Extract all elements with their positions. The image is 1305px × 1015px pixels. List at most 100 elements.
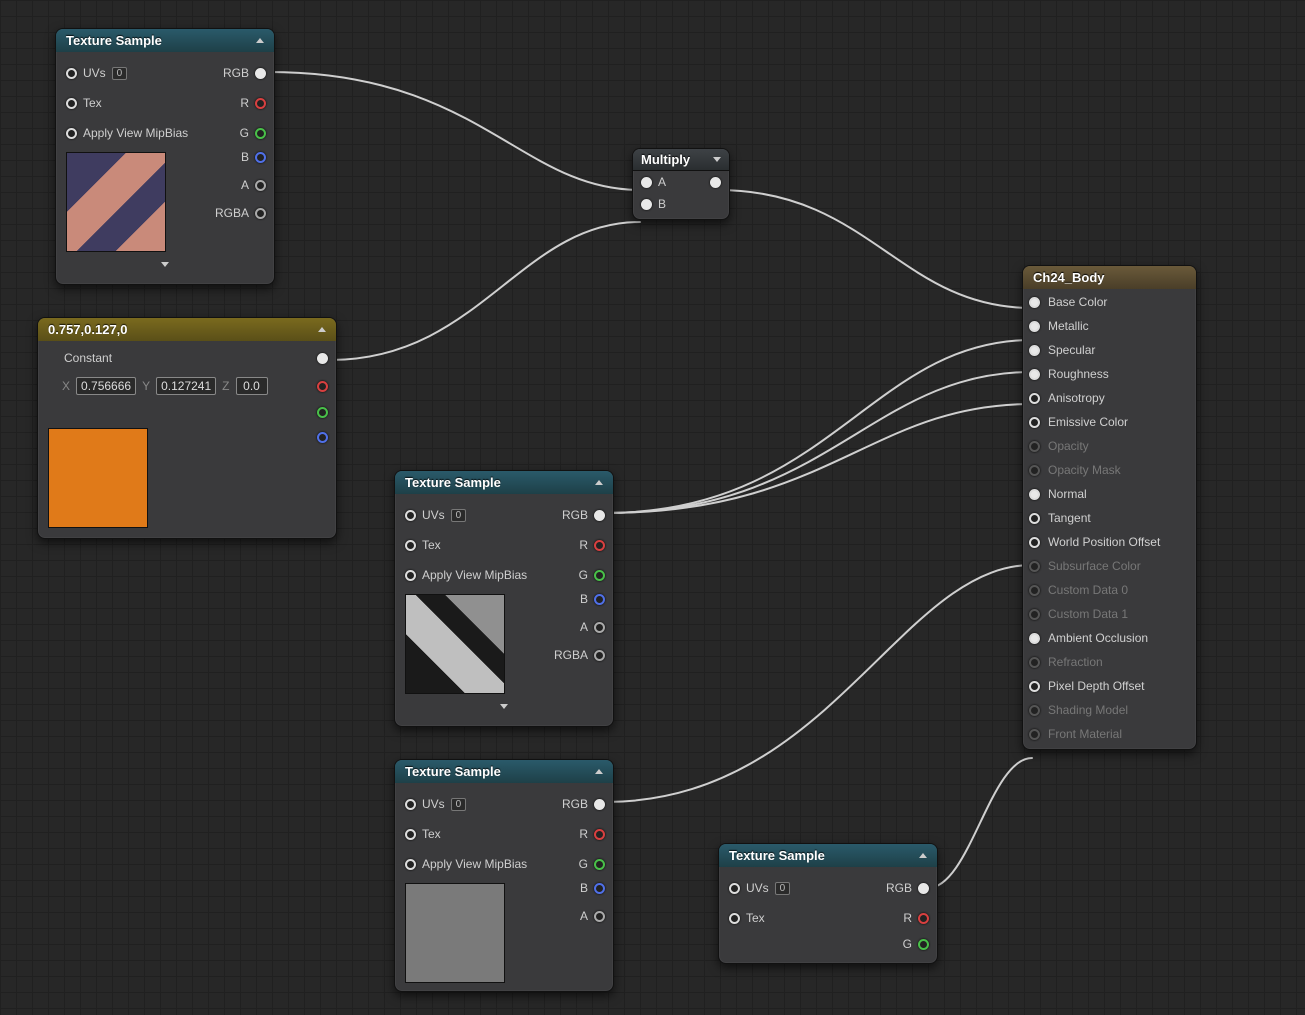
tex-input-pin[interactable] xyxy=(405,540,416,551)
texture-sample-node-4[interactable]: Texture Sample UVs0 RGB Tex R G xyxy=(718,843,938,964)
r-output-pin[interactable] xyxy=(255,98,266,109)
r-output-pin[interactable] xyxy=(594,829,605,840)
material-input-anisotropy[interactable]: Anisotropy xyxy=(1029,391,1186,405)
rgb-output-pin[interactable] xyxy=(317,353,328,364)
node-header[interactable]: Texture Sample xyxy=(395,471,613,494)
x-value-input[interactable]: 0.756666 xyxy=(76,377,136,395)
pin-label: Apply View MipBias xyxy=(422,568,527,582)
texture-sample-node-2[interactable]: Texture Sample UVs0 RGB Tex R Apply View… xyxy=(394,470,614,727)
pin-label: Refraction xyxy=(1048,655,1103,669)
material-input-world-position-offset[interactable]: World Position Offset xyxy=(1029,535,1186,549)
pin-label: UVs xyxy=(422,508,445,522)
expand-icon[interactable] xyxy=(161,262,169,267)
a-output-pin[interactable] xyxy=(255,180,266,191)
node-header[interactable]: Texture Sample xyxy=(56,29,274,52)
expand-icon[interactable] xyxy=(500,704,508,709)
g-output-pin[interactable] xyxy=(594,570,605,581)
material-input-metallic[interactable]: Metallic xyxy=(1029,319,1186,333)
mip-input-pin[interactable] xyxy=(405,570,416,581)
node-header[interactable]: Texture Sample xyxy=(395,760,613,783)
b-output-pin[interactable] xyxy=(317,432,328,443)
a-output-pin[interactable] xyxy=(594,622,605,633)
g-output-pin[interactable] xyxy=(594,859,605,870)
mip-input-pin[interactable] xyxy=(66,128,77,139)
output-pin[interactable] xyxy=(710,177,721,188)
material-input-roughness[interactable]: Roughness xyxy=(1029,367,1186,381)
input-pin[interactable] xyxy=(1029,369,1040,380)
multiply-node[interactable]: Multiply A B xyxy=(632,148,730,220)
pin-label: R xyxy=(579,538,588,552)
input-pin[interactable] xyxy=(1029,417,1040,428)
tex-input-pin[interactable] xyxy=(66,98,77,109)
mip-input-pin[interactable] xyxy=(405,859,416,870)
material-input-custom-data-0: Custom Data 0 xyxy=(1029,583,1186,597)
input-pin[interactable] xyxy=(1029,321,1040,332)
material-input-base-color[interactable]: Base Color xyxy=(1029,295,1186,309)
material-input-pixel-depth-offset[interactable]: Pixel Depth Offset xyxy=(1029,679,1186,693)
node-header[interactable]: Multiply xyxy=(633,149,729,171)
collapse-icon[interactable] xyxy=(318,327,326,332)
constant-label: Constant xyxy=(46,351,112,365)
uvs-input-pin[interactable] xyxy=(405,510,416,521)
node-header[interactable]: Ch24_Body xyxy=(1023,266,1196,289)
constant3-node[interactable]: 0.757,0.127,0 Constant X 0.756666 Y 0.12… xyxy=(37,317,337,539)
b-output-pin[interactable] xyxy=(255,152,266,163)
input-pin[interactable] xyxy=(1029,681,1040,692)
g-output-pin[interactable] xyxy=(918,939,929,950)
rgb-output-pin[interactable] xyxy=(255,68,266,79)
tex-input-pin[interactable] xyxy=(729,913,740,924)
r-output-pin[interactable] xyxy=(594,540,605,551)
material-input-specular[interactable]: Specular xyxy=(1029,343,1186,357)
texture-sample-node-1[interactable]: Texture Sample UVs0 RGB Tex R Apply View… xyxy=(55,28,275,285)
input-pin[interactable] xyxy=(1029,393,1040,404)
input-pin[interactable] xyxy=(1029,489,1040,500)
material-input-tangent[interactable]: Tangent xyxy=(1029,511,1186,525)
rgba-output-pin[interactable] xyxy=(255,208,266,219)
y-value-input[interactable]: 0.127241 xyxy=(156,377,216,395)
b-output-pin[interactable] xyxy=(594,594,605,605)
color-swatch xyxy=(48,428,148,528)
uvs-input-pin[interactable] xyxy=(66,68,77,79)
b-output-pin[interactable] xyxy=(594,883,605,894)
pin-label: B xyxy=(241,150,249,164)
input-pin[interactable] xyxy=(1029,345,1040,356)
material-input-normal[interactable]: Normal xyxy=(1029,487,1186,501)
node-header[interactable]: 0.757,0.127,0 xyxy=(38,318,336,341)
z-value-input[interactable]: 0.0 xyxy=(236,377,268,395)
collapse-icon[interactable] xyxy=(595,769,603,774)
b-input-pin[interactable] xyxy=(641,199,652,210)
g-output-pin[interactable] xyxy=(317,407,328,418)
tex-input-pin[interactable] xyxy=(405,829,416,840)
pin-label: RGB xyxy=(886,881,912,895)
rgb-output-pin[interactable] xyxy=(918,883,929,894)
r-output-pin[interactable] xyxy=(317,381,328,392)
pin-label: RGBA xyxy=(554,648,588,662)
uvs-input-pin[interactable] xyxy=(729,883,740,894)
texture-sample-node-3[interactable]: Texture Sample UVs0 RGB Tex R Apply View… xyxy=(394,759,614,992)
input-pin[interactable] xyxy=(1029,537,1040,548)
material-input-ambient-occlusion[interactable]: Ambient Occlusion xyxy=(1029,631,1186,645)
material-output-node[interactable]: Ch24_Body Base Color Metallic Specular Roug… xyxy=(1022,265,1197,750)
collapse-icon[interactable] xyxy=(256,38,264,43)
rgb-output-pin[interactable] xyxy=(594,799,605,810)
pin-label: RGBA xyxy=(215,206,249,220)
uvs-input-pin[interactable] xyxy=(405,799,416,810)
input-pin[interactable] xyxy=(1029,633,1040,644)
material-input-emissive-color[interactable]: Emissive Color xyxy=(1029,415,1186,429)
rgb-output-pin[interactable] xyxy=(594,510,605,521)
g-output-pin[interactable] xyxy=(255,128,266,139)
pin-label: Opacity Mask xyxy=(1048,463,1121,477)
node-header[interactable]: Texture Sample xyxy=(719,844,937,867)
r-output-pin[interactable] xyxy=(918,913,929,924)
pin-label: RGB xyxy=(562,797,588,811)
expand-icon[interactable] xyxy=(713,157,721,162)
collapse-icon[interactable] xyxy=(919,853,927,858)
pin-label: Tex xyxy=(83,96,102,110)
rgba-output-pin[interactable] xyxy=(594,650,605,661)
pin-label: Specular xyxy=(1048,343,1095,357)
a-output-pin[interactable] xyxy=(594,911,605,922)
input-pin[interactable] xyxy=(1029,513,1040,524)
input-pin[interactable] xyxy=(1029,297,1040,308)
a-input-pin[interactable] xyxy=(641,177,652,188)
collapse-icon[interactable] xyxy=(595,480,603,485)
